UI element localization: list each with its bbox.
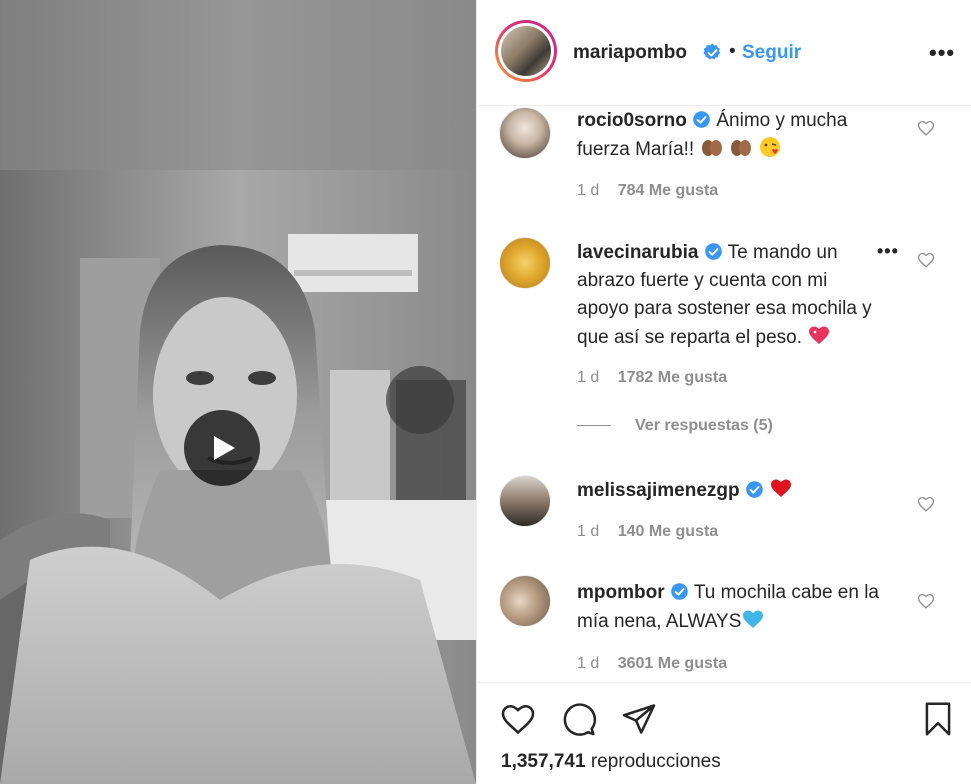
comment-time: 1 d xyxy=(577,369,600,386)
video-frame xyxy=(0,0,476,784)
view-replies-button[interactable]: Ver respuestas (5) xyxy=(577,417,773,435)
comment-text-block: lavecinarubia Te mando un abrazo fuerte … xyxy=(577,239,877,352)
share-icon[interactable] xyxy=(620,701,658,737)
replies-divider xyxy=(577,425,611,427)
blue-heart-icon xyxy=(743,610,764,628)
view-replies-label: Ver respuestas (5) xyxy=(635,417,773,434)
red-heart-icon xyxy=(771,479,792,497)
sparkle-heart-icon xyxy=(809,326,830,344)
views-number: 1,357,741 xyxy=(501,751,586,772)
commenter-avatar[interactable] xyxy=(499,575,551,627)
comment-time: 1 d xyxy=(577,523,600,540)
comment-options-icon[interactable]: ••• xyxy=(877,241,899,262)
comment-text-block: mpombor Tu mochila cabe en la mía nena, … xyxy=(577,579,897,636)
commenter-username[interactable]: mpombor xyxy=(577,582,665,603)
like-comment-icon[interactable] xyxy=(917,119,935,137)
comment-text-block: rocio0sorno Ánimo y mucha fuerza María!! xyxy=(577,107,897,164)
commenter-avatar[interactable] xyxy=(499,237,551,289)
comment-meta: 1 d 3601 Me gusta xyxy=(577,655,727,673)
comment-icon[interactable] xyxy=(560,701,598,737)
commenter-avatar[interactable] xyxy=(499,475,551,527)
comment-likes[interactable]: 3601 Me gusta xyxy=(618,655,727,672)
comments-list[interactable]: rocio0sorno Ánimo y mucha fuerza María!!… xyxy=(477,107,971,682)
separator-dot: • xyxy=(729,41,736,62)
like-comment-icon[interactable] xyxy=(917,495,935,513)
comment-meta: 1 d 140 Me gusta xyxy=(577,523,718,541)
verified-badge-icon xyxy=(746,481,763,498)
kiss-face-icon xyxy=(760,137,781,157)
views-count[interactable]: 1,357,741 reproducciones xyxy=(501,751,721,773)
comment-meta: 1 d 784 Me gusta xyxy=(577,182,718,200)
video-media[interactable] xyxy=(0,0,476,784)
play-icon xyxy=(214,436,235,460)
comment-likes[interactable]: 1782 Me gusta xyxy=(618,369,727,386)
comment-time: 1 d xyxy=(577,182,600,199)
like-comment-icon[interactable] xyxy=(917,592,935,610)
post-panel: mariapombo • Seguir ••• rocio0sorno Ánim… xyxy=(476,0,971,784)
verified-badge-icon xyxy=(671,583,688,600)
verified-badge-icon xyxy=(704,243,722,260)
verified-badge-icon xyxy=(693,111,710,128)
post-header: mariapombo • Seguir ••• xyxy=(477,0,971,106)
comment-time: 1 d xyxy=(577,655,600,672)
author-avatar[interactable] xyxy=(495,20,557,82)
more-options-icon[interactable]: ••• xyxy=(929,40,955,66)
post-actions: 1,357,741 reproducciones xyxy=(477,682,971,784)
comment-text-block: melissajimenezgp xyxy=(577,476,897,505)
comment-likes[interactable]: 140 Me gusta xyxy=(618,523,718,540)
commenter-avatar[interactable] xyxy=(499,107,551,159)
save-bookmark-icon[interactable] xyxy=(921,701,955,737)
commenter-username[interactable]: melissajimenezgp xyxy=(577,480,740,501)
author-username[interactable]: mariapombo xyxy=(573,42,687,64)
comment-likes[interactable]: 784 Me gusta xyxy=(618,182,718,199)
views-label: reproducciones xyxy=(590,751,721,772)
comment-meta: 1 d 1782 Me gusta xyxy=(577,369,727,387)
play-button[interactable] xyxy=(184,410,260,486)
like-comment-icon[interactable] xyxy=(917,251,935,269)
commenter-username[interactable]: rocio0sorno xyxy=(577,110,687,131)
verified-badge-icon xyxy=(703,43,721,60)
commenter-username[interactable]: lavecinarubia xyxy=(577,242,698,263)
hands-brown-icon xyxy=(701,140,722,156)
follow-button[interactable]: Seguir xyxy=(742,42,801,64)
like-icon[interactable] xyxy=(499,701,537,737)
hands-brown-icon xyxy=(730,140,751,156)
